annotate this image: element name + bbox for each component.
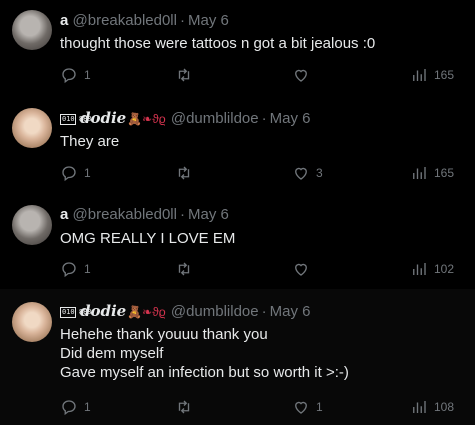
display-name[interactable]: dodie (80, 302, 126, 320)
like-button[interactable] (292, 260, 316, 278)
timestamp[interactable]: May 6 (270, 110, 311, 127)
reply-button[interactable]: 1 (60, 260, 91, 278)
reply-icon (62, 400, 76, 416)
like-button[interactable]: 1 (292, 398, 323, 416)
tweet-text: OMG REALLY I LOVE EM (60, 230, 236, 247)
views-count: 165 (434, 68, 455, 82)
avatar[interactable] (12, 108, 52, 148)
separator: · (179, 206, 185, 223)
tweet-text: thought those were tattoos n got a bit j… (60, 35, 376, 52)
handle[interactable]: @breakabled0ll (73, 206, 177, 223)
reply-count: 1 (84, 68, 91, 82)
avatar[interactable] (12, 205, 52, 245)
handle[interactable]: @dumblildoe (171, 110, 259, 127)
views-count: 108 (434, 400, 455, 414)
action-bar: 1 165 (60, 66, 460, 86)
display-name[interactable]: a (60, 12, 68, 29)
retweet-icon (178, 68, 190, 82)
reply-thread: a @breakabled0ll · May 6 thought those wer… (0, 0, 475, 425)
heart-icon (295, 401, 307, 414)
timestamp[interactable]: May 6 (188, 12, 229, 29)
action-bar: 1 102 (60, 260, 460, 280)
tweet-1[interactable]: a @breakabled0ll · May 6 thought those wer… (0, 0, 475, 96)
retweet-icon (178, 166, 190, 180)
display-name[interactable]: dodie (80, 109, 126, 127)
views-bar-chart-icon (413, 167, 426, 179)
reply-button[interactable]: 1 (60, 66, 91, 84)
heart-icon (295, 167, 307, 180)
views-bar-chart-icon (413, 263, 426, 275)
name-badge: 010 888 (60, 113, 92, 125)
views-count: 165 (434, 166, 455, 180)
handle[interactable]: @dumblildoe (171, 303, 259, 320)
tweet-2[interactable]: 010 888dodie🧸❧ϑϱ @dumblildoe · May 6 They … (0, 96, 475, 193)
display-name[interactable]: a (60, 206, 68, 223)
tweet-3[interactable]: a @breakabled0ll · May 6 OMG REALLY I LOVE… (0, 193, 475, 289)
separator: · (179, 12, 185, 29)
name-emoji: 🧸❧ϑϱ (127, 112, 166, 126)
action-bar: 1 1 108 (60, 398, 460, 418)
reply-icon (62, 68, 76, 84)
reply-button[interactable]: 1 (60, 164, 91, 182)
reply-icon (62, 166, 76, 182)
separator: · (261, 110, 267, 127)
retweet-button[interactable] (175, 66, 199, 84)
avatar[interactable] (12, 302, 52, 342)
timestamp[interactable]: May 6 (270, 303, 311, 320)
views-button[interactable]: 108 (410, 398, 454, 416)
retweet-button[interactable] (175, 260, 199, 278)
reply-count: 1 (84, 400, 91, 414)
name-badge: 010 888 (60, 306, 92, 318)
tweet-text: Hehehe thank youuu thank you Did dem mys… (60, 326, 349, 381)
handle[interactable]: @breakabled0ll (73, 12, 177, 29)
reply-icon (62, 262, 76, 278)
views-button[interactable]: 102 (410, 260, 454, 278)
retweet-icon (178, 400, 190, 414)
retweet-button[interactable] (175, 398, 199, 416)
heart-icon (295, 263, 307, 276)
like-count: 1 (316, 400, 323, 414)
views-button[interactable]: 165 (410, 164, 454, 182)
action-bar: 1 3 165 (60, 164, 460, 184)
name-emoji: 🧸❧ϑϱ (127, 305, 166, 319)
tweet-text: They are (60, 133, 120, 150)
views-bar-chart-icon (413, 401, 426, 413)
like-count: 3 (316, 166, 323, 180)
avatar[interactable] (12, 10, 52, 50)
timestamp[interactable]: May 6 (188, 206, 229, 223)
views-button[interactable]: 165 (410, 66, 454, 84)
views-count: 102 (434, 262, 455, 276)
separator: · (261, 303, 267, 320)
tweet-4[interactable]: 010 888dodie🧸❧ϑϱ @dumblildoe · May 6 Heheh… (0, 289, 475, 425)
reply-button[interactable]: 1 (60, 398, 91, 416)
like-button[interactable]: 3 (292, 164, 323, 182)
retweet-icon (178, 262, 190, 276)
reply-count: 1 (84, 166, 91, 180)
views-bar-chart-icon (413, 69, 426, 81)
retweet-button[interactable] (175, 164, 199, 182)
reply-count: 1 (84, 262, 91, 276)
heart-icon (295, 69, 307, 82)
like-button[interactable] (292, 66, 316, 84)
